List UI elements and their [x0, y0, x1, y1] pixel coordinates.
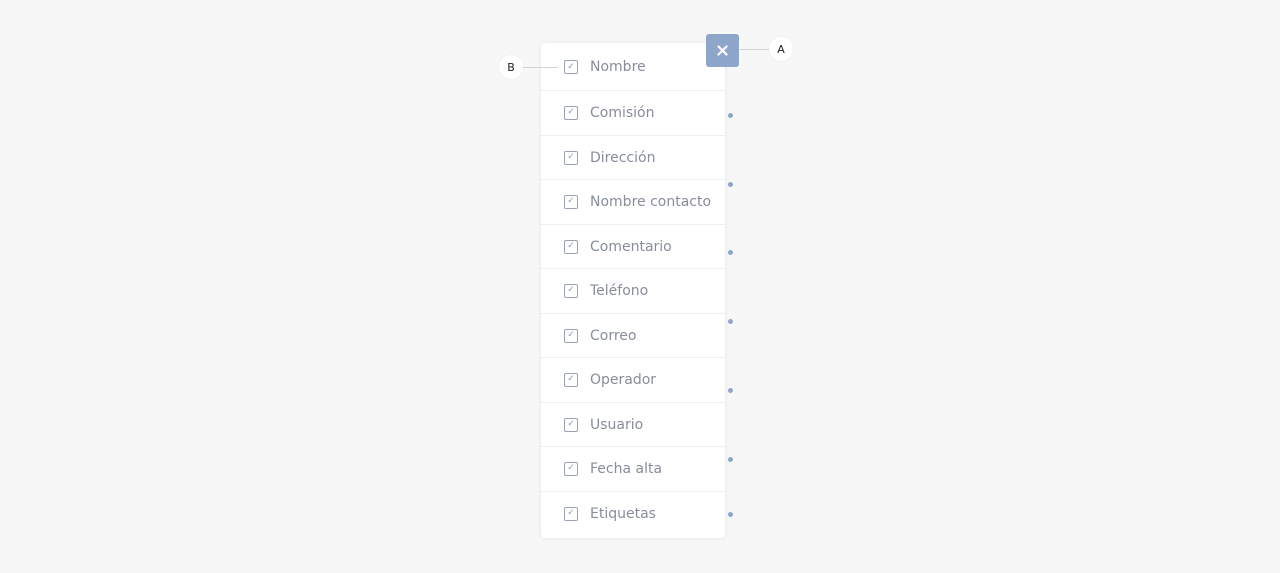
- column-label: Correo: [590, 327, 637, 344]
- drag-handle-dot[interactable]: [728, 182, 733, 187]
- checkbox[interactable]: ✓: [564, 60, 578, 74]
- column-item-operador[interactable]: ✓ Operador: [541, 357, 725, 401]
- checkbox[interactable]: ✓: [564, 239, 578, 254]
- checkbox[interactable]: ✓: [564, 328, 578, 343]
- column-item-usuario[interactable]: ✓ Usuario: [541, 402, 725, 446]
- check-icon: ✓: [567, 508, 575, 518]
- annotation-leader-b: [523, 67, 558, 68]
- checkbox[interactable]: ✓: [564, 461, 578, 476]
- drag-handle-dot[interactable]: [728, 388, 733, 393]
- annotation-leader-a: [740, 49, 770, 50]
- check-icon: ✓: [567, 419, 575, 429]
- checkbox[interactable]: ✓: [564, 283, 578, 298]
- check-icon: ✓: [567, 374, 575, 384]
- checkbox[interactable]: ✓: [564, 417, 578, 432]
- close-icon: [717, 45, 728, 56]
- column-label: Etiquetas: [590, 505, 656, 522]
- checkbox[interactable]: ✓: [564, 506, 578, 521]
- check-icon: ✓: [567, 152, 575, 162]
- column-item-nombre[interactable]: ✓ Nombre: [541, 45, 725, 89]
- column-item-fecha-alta[interactable]: ✓ Fecha alta: [541, 446, 725, 490]
- drag-handle-dot[interactable]: [728, 250, 733, 255]
- check-icon: ✓: [567, 241, 575, 251]
- column-label: Usuario: [590, 416, 644, 433]
- column-item-comentario[interactable]: ✓ Comentario: [541, 224, 725, 268]
- column-label: Fecha alta: [590, 460, 663, 477]
- checkbox[interactable]: ✓: [564, 194, 578, 209]
- column-item-nombre-contacto[interactable]: ✓ Nombre contacto: [541, 179, 725, 223]
- drag-handle-dot[interactable]: [728, 113, 733, 118]
- checkbox[interactable]: ✓: [564, 372, 578, 387]
- drag-handle-dot[interactable]: [728, 319, 733, 324]
- check-icon: ✓: [567, 285, 575, 295]
- column-label: Comisión: [590, 104, 655, 121]
- column-chooser-panel: ✓ Nombre ✓ Comisión ✓ Dirección ✓ Nombre…: [541, 43, 725, 538]
- check-icon: ✓: [567, 463, 575, 473]
- close-button[interactable]: [706, 34, 739, 67]
- column-label: Nombre contacto: [590, 193, 712, 210]
- column-item-correo[interactable]: ✓ Correo: [541, 313, 725, 357]
- column-item-direccion[interactable]: ✓ Dirección: [541, 135, 725, 179]
- checkbox[interactable]: ✓: [564, 150, 578, 165]
- checkbox[interactable]: ✓: [564, 105, 578, 120]
- column-item-etiquetas[interactable]: ✓ Etiquetas: [541, 491, 725, 535]
- column-label: Operador: [590, 371, 657, 388]
- annotation-label-a: A: [777, 42, 785, 56]
- drag-handle-dot[interactable]: [728, 512, 733, 517]
- check-icon: ✓: [567, 330, 575, 340]
- column-item-telefono[interactable]: ✓ Teléfono: [541, 268, 725, 312]
- check-icon: ✓: [567, 61, 575, 72]
- column-label: Teléfono: [590, 282, 649, 299]
- column-label: Nombre: [590, 59, 646, 75]
- drag-handle-dot[interactable]: [728, 457, 733, 462]
- check-icon: ✓: [567, 107, 575, 117]
- column-label: Dirección: [590, 149, 656, 166]
- column-item-comision[interactable]: ✓ Comisión: [541, 90, 725, 134]
- check-icon: ✓: [567, 196, 575, 206]
- column-label: Comentario: [590, 238, 672, 255]
- annotation-marker-b: B: [499, 55, 523, 79]
- annotation-label-b: B: [507, 60, 515, 74]
- annotation-marker-a: A: [769, 37, 793, 61]
